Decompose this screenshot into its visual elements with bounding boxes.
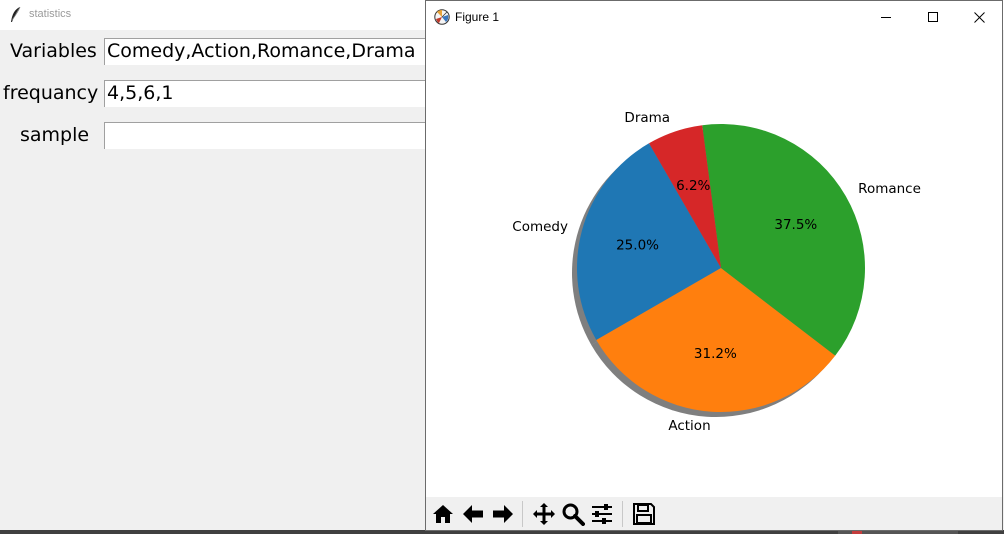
pie-label-comedy: Comedy xyxy=(512,219,568,235)
home-icon xyxy=(433,505,453,523)
pie-label-action: Action xyxy=(668,418,710,434)
toolbar-separator xyxy=(522,501,523,527)
pie-percent-drama: 6.2% xyxy=(676,178,710,194)
maximize-icon xyxy=(928,12,938,22)
pie-percent-comedy: 25.0% xyxy=(616,238,659,254)
pie-percent-action: 31.2% xyxy=(694,346,737,362)
back-button[interactable] xyxy=(459,500,487,528)
pie-chart: Comedy 25.0% Action 31.2% Romance 37.5% Drama 6… xyxy=(512,110,921,434)
sample-input[interactable] xyxy=(104,122,434,149)
figure-window: Figure 1 Comedy 25.0% Action 31.2% Romance 37… xyxy=(425,0,1003,531)
configure-subplots-button[interactable] xyxy=(588,500,616,528)
zoom-icon xyxy=(562,503,585,526)
tk-window-title: statistics xyxy=(29,8,72,20)
variables-label: Variables xyxy=(10,40,97,62)
maximize-button[interactable] xyxy=(910,1,956,33)
pie-label-romance: Romance xyxy=(858,181,921,197)
variables-input[interactable]: Comedy,Action,Romance,Drama xyxy=(104,38,434,65)
pie-percent-romance: 37.5% xyxy=(774,217,817,233)
minimize-icon xyxy=(881,17,891,18)
home-button[interactable] xyxy=(429,500,457,528)
forward-button[interactable] xyxy=(489,500,517,528)
frequancy-input[interactable]: 4,5,6,1 xyxy=(104,80,434,107)
figure-title: Figure 1 xyxy=(455,10,500,24)
close-button[interactable] xyxy=(956,1,1002,33)
save-button[interactable] xyxy=(630,500,658,528)
feather-icon xyxy=(11,6,21,22)
configure-subplots-icon xyxy=(592,504,612,524)
forward-arrow-icon xyxy=(493,505,513,523)
frequancy-label: frequancy xyxy=(3,82,99,104)
save-icon xyxy=(633,503,655,525)
pan-icon xyxy=(533,503,555,525)
figure-canvas[interactable]: Comedy 25.0% Action 31.2% Romance 37.5% Drama 6… xyxy=(426,33,1002,497)
navigation-toolbar xyxy=(426,497,1002,530)
toolbar-separator xyxy=(622,501,623,527)
close-icon xyxy=(973,11,985,23)
figure-titlebar: Figure 1 xyxy=(426,1,1002,33)
matplotlib-icon xyxy=(434,9,450,25)
pan-button[interactable] xyxy=(530,500,558,528)
sample-label: sample xyxy=(20,124,90,146)
minimize-button[interactable] xyxy=(863,1,909,33)
pie-label-drama: Drama xyxy=(624,110,670,126)
back-arrow-icon xyxy=(463,505,483,523)
zoom-button[interactable] xyxy=(559,500,587,528)
